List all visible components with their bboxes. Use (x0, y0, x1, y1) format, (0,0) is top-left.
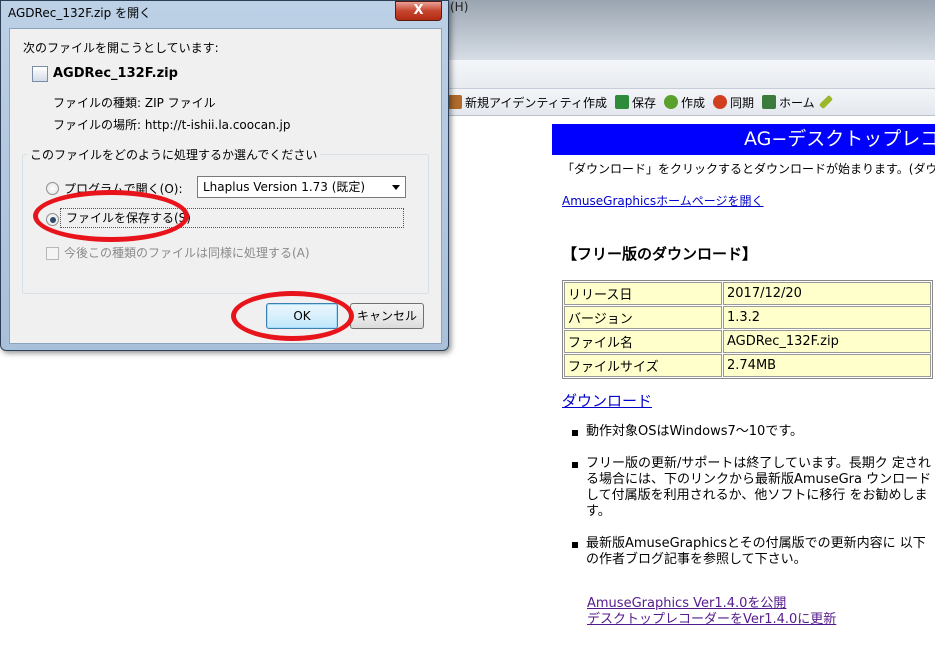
table-row: リリース日 2017/12/20 (564, 282, 931, 305)
highlight-circle-ok-button (231, 291, 354, 341)
table-key: バージョン (564, 306, 722, 329)
action-group-label: このファイルをどのように処理するか選んでください (27, 146, 321, 163)
intro-text: 「ダウンロード」をクリックするとダウンロードが始まります。(ダウン (562, 162, 935, 176)
file-open-dialog: AGDRec_132F.zip を開く X 次のファイルを開こうとしています: … (0, 0, 449, 351)
toolbar-label: 同期 (730, 95, 755, 110)
blog-link-desktop-recorder[interactable]: デスクトップレコーダーをVer1.4.0に更新 (587, 612, 836, 628)
table-row: バージョン 1.3.2 (564, 306, 931, 329)
table-row: ファイル名 AGDRec_132F.zip (564, 330, 931, 353)
remember-label: 今後この種類のファイルは同様に処理する(A) (64, 246, 310, 260)
close-button[interactable]: X (395, 1, 442, 21)
create-icon (663, 95, 678, 109)
file-location: ファイルの場所: http://t-ishii.la.coocan.jp (53, 118, 291, 132)
toolbar-label: 保存 (631, 95, 656, 110)
list-item: 動作対象OSはWindows7〜10です。 (572, 424, 935, 440)
toolbar-home[interactable]: ホーム (762, 94, 815, 111)
toolbar-sync[interactable]: 同期 (713, 94, 754, 111)
program-select-value: Lhaplus Version 1.73 (既定) (203, 180, 366, 194)
toolbar-create[interactable]: 作成 (663, 94, 705, 111)
download-link[interactable]: ダウンロード (562, 390, 652, 411)
remember-checkbox[interactable] (46, 247, 59, 260)
chevron-down-icon (392, 185, 400, 190)
file-name: AGDRec_132F.zip (53, 66, 178, 81)
zip-file-icon (32, 66, 48, 82)
table-value: 2.74MB (723, 354, 931, 377)
browser-toolbar: 新規アイデンティティ作成 保存 作成 同期 ホーム (445, 89, 935, 116)
toolbar-label: 新規アイデンティティ作成 (465, 95, 607, 110)
save-icon (614, 95, 629, 109)
cancel-button[interactable]: キャンセル (350, 303, 424, 329)
table-key: ファイル名 (564, 330, 722, 353)
sync-icon (713, 95, 727, 109)
highlight-circle-save-option (33, 190, 189, 242)
table-row: ファイルサイズ 2.74MB (564, 354, 931, 377)
table-key: リリース日 (564, 282, 722, 305)
open-with-radio[interactable] (46, 182, 59, 195)
page-title: AG−デスクトップレコー (552, 124, 935, 155)
new-identity-icon (448, 95, 462, 109)
table-value: 1.3.2 (723, 306, 931, 329)
dialog-prompt: 次のファイルを開こうとしています: (23, 41, 219, 55)
list-item: 最新版AmuseGraphicsとその付属版での更新内容に 以下の作者ブログ記事… (572, 536, 935, 568)
table-value: 2017/12/20 (723, 282, 931, 305)
notes-list: 動作対象OSはWindows7〜10です。 フリー版の更新/サポートは終了してい… (572, 424, 935, 584)
toolbar-label: 作成 (680, 95, 705, 110)
section-heading: 【フリー版のダウンロード】 (562, 245, 758, 263)
toolbar-pencil[interactable] (818, 94, 833, 110)
program-select[interactable]: Lhaplus Version 1.73 (既定) (197, 176, 406, 198)
file-type: ファイルの種類: ZIP ファイル (53, 96, 216, 110)
toolbar-label: ホーム (779, 95, 815, 110)
blog-links: AmuseGraphics Ver1.4.0を公開 デスクトップレコーダーをVe… (587, 596, 836, 628)
homepage-link[interactable]: AmuseGraphicsホームページを開く (562, 192, 764, 209)
release-info-table: リリース日 2017/12/20 バージョン 1.3.2 ファイル名 AGDRe… (562, 280, 933, 379)
address-bar-area (445, 60, 935, 89)
home-icon (762, 95, 777, 109)
toolbar-save[interactable]: 保存 (614, 94, 656, 111)
pencil-icon (818, 94, 833, 110)
list-item: フリー版の更新/サポートは終了しています。長期ク 定される場合には、下のリンクか… (572, 456, 935, 520)
menu-help[interactable]: (H) (450, 0, 468, 14)
dialog-body: 次のファイルを開こうとしています: AGDRec_132F.zip ファイルの種… (9, 28, 442, 344)
dialog-title: AGDRec_132F.zip を開く (8, 6, 152, 20)
blog-link-amusegraphics[interactable]: AmuseGraphics Ver1.4.0を公開 (587, 596, 836, 612)
table-key: ファイルサイズ (564, 354, 722, 377)
toolbar-new-identity[interactable]: 新規アイデンティティ作成 (448, 94, 607, 111)
table-value: AGDRec_132F.zip (723, 330, 931, 353)
